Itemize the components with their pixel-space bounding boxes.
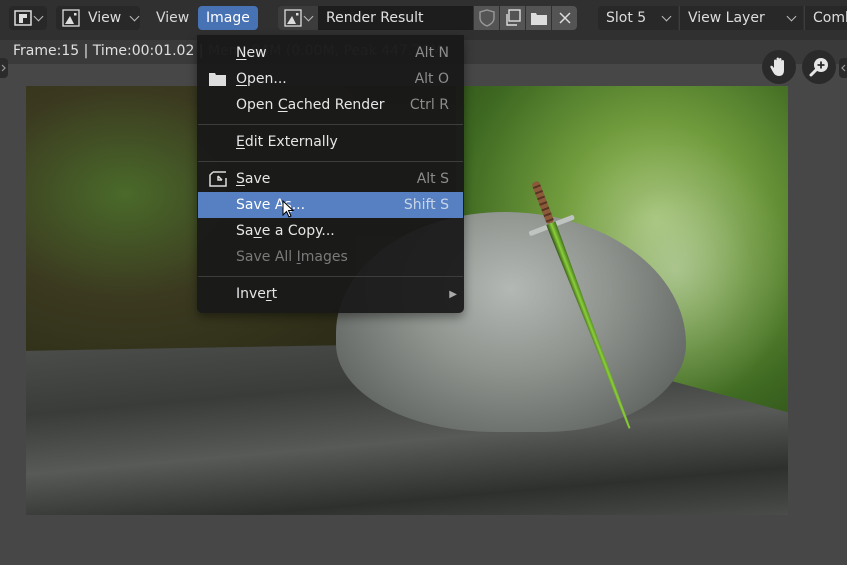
menu-item-label: Open Cached Render [236,97,385,113]
save-icon [209,171,227,187]
menu-item-invert[interactable]: Invert ▶ [198,281,463,307]
editor-type-button[interactable] [9,6,47,30]
render-pass-label: Comb [813,10,847,26]
menu-item-new[interactable]: New Alt N [198,40,463,66]
mouse-cursor-icon [282,200,295,218]
fake-user-button[interactable] [474,6,499,30]
menu-item-open-cached-render[interactable]: Open Cached Render Ctrl R [198,92,463,118]
menu-item-open[interactable]: Open... Alt O [198,66,463,92]
menu-item-save-all-images[interactable]: Save All Images [198,244,463,270]
menu-item-label: Edit Externally [236,134,338,150]
render-pass-dropdown[interactable]: Comb [804,6,847,30]
chevron-right-icon [1,64,6,72]
menu-item-save[interactable]: Save Alt S [198,166,463,192]
chevron-left-icon [841,64,846,72]
menu-image[interactable]: Image [198,6,258,30]
folder-icon [209,73,226,86]
menu-item-label: Open... [236,71,287,87]
menu-view-label: View [156,10,190,26]
menu-view[interactable]: View [148,6,197,30]
image-editor-icon [14,10,32,26]
slot-dropdown[interactable]: Slot 5 [598,6,678,30]
open-image-button[interactable] [526,6,551,30]
sidebar-expand-handle[interactable] [839,58,847,78]
image-icon [284,9,302,27]
view-mode-label: View [88,10,122,26]
new-image-button[interactable] [500,6,525,30]
menu-separator [198,276,463,277]
hand-icon [770,57,784,76]
image-name-field[interactable]: Render Result [318,6,473,30]
chevron-down-icon [786,11,797,21]
chevron-down-icon [33,11,44,21]
menu-item-label: Save a Copy... [236,223,335,239]
menu-item-shortcut: Alt O [414,71,449,87]
image-name-text: Render Result [326,10,424,26]
chevron-down-icon [129,11,140,21]
menu-item-label: Invert [236,286,278,302]
menu-item-label: Save [236,171,271,187]
folder-icon [530,13,547,25]
frame-time-text: Frame:15 | Time:00:01.02 | [13,43,204,59]
image-icon [62,9,80,27]
menu-separator [198,161,463,162]
chevron-down-icon [303,11,314,21]
zoom-view-button[interactable] [802,50,836,84]
view-layer-label: View Layer [688,10,765,26]
menu-item-shortcut: Shift S [403,197,449,213]
shield-icon [478,9,495,27]
menu-item-label: New [236,45,267,61]
pan-view-button[interactable] [762,50,796,84]
image-browse-button[interactable] [278,6,318,30]
menu-item-save-as[interactable]: Save As... Shift S [198,192,463,218]
menu-item-shortcut: Alt N [415,45,449,61]
menu-item-label: Save All Images [236,249,348,265]
menu-item-save-a-copy[interactable]: Save a Copy... [198,218,463,244]
close-icon [558,12,571,24]
view-mode-dropdown[interactable]: View [56,6,140,30]
unlink-image-button[interactable] [552,6,577,30]
chevron-down-icon [661,11,672,21]
menu-item-edit-externally[interactable]: Edit Externally [198,129,463,155]
view-layer-dropdown[interactable]: View Layer [679,6,803,30]
menu-item-shortcut: Alt S [416,171,449,187]
image-menu-dropdown: New Alt N Open... Alt O Open Cached Rend… [197,35,464,313]
toolbar-expand-handle[interactable] [0,58,8,78]
menu-separator [198,124,463,125]
submenu-arrow-icon: ▶ [449,288,457,300]
menu-item-shortcut: Ctrl R [409,97,449,113]
slot-label: Slot 5 [606,10,647,26]
zoom-in-icon [809,58,828,77]
duplicate-icon [505,9,521,26]
menu-image-label: Image [206,10,250,26]
